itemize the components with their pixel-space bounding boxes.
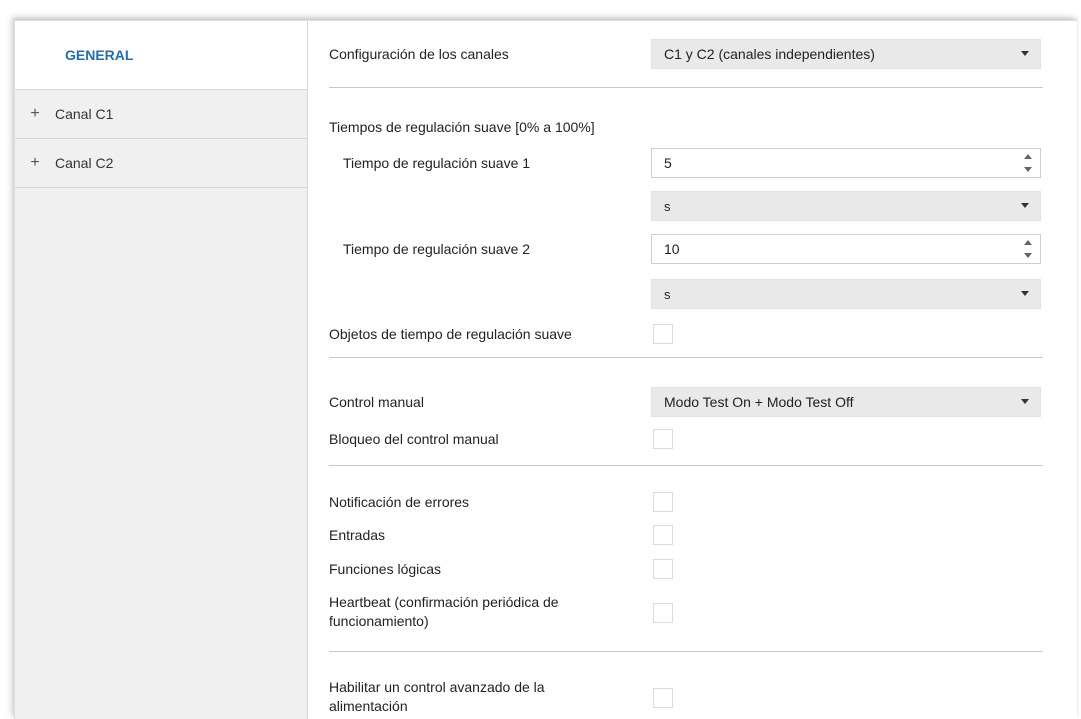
soft-time-2-unit-select[interactable]: s [651, 279, 1041, 309]
section-divider [329, 357, 1043, 358]
section-divider [329, 465, 1043, 466]
heartbeat-label: Heartbeat (confirmación periódica de fun… [329, 593, 559, 631]
advanced-power-label: Habilitar un control avanzado de la alim… [329, 678, 545, 716]
expand-plus-icon[interactable]: + [29, 105, 41, 123]
soft-time-1-unit-value: s [664, 198, 671, 214]
soft-time-1-unit-row: s [329, 191, 1055, 221]
manual-lock-checkbox[interactable] [653, 429, 673, 449]
advanced-power-checkbox[interactable] [653, 688, 673, 708]
channels-config-select[interactable]: C1 y C2 (canales independientes) [651, 39, 1041, 69]
manual-lock-row: Bloqueo del control manual [329, 429, 1055, 449]
inputs-label: Entradas [329, 526, 386, 543]
chevron-down-icon [1021, 291, 1029, 296]
soft-time-objects-row: Objetos de tiempo de regulación suave [329, 324, 1055, 344]
soft-time-objects-checkbox[interactable] [653, 324, 673, 344]
advanced-power-label-line1: Habilitar un control avanzado de la [329, 679, 545, 695]
inputs-checkbox[interactable] [653, 525, 673, 545]
sidebar-item-label: GENERAL [65, 47, 134, 63]
inputs-row: Entradas [329, 525, 1055, 545]
advanced-power-label-line2: alimentación [329, 698, 408, 714]
soft-times-header: Tiempos de regulación suave [0% a 100%] [329, 118, 595, 135]
heartbeat-row: Heartbeat (confirmación periódica de fun… [329, 593, 1055, 633]
soft-time-1-row: Tiempo de regulación suave 1 5 [329, 148, 1055, 178]
soft-time-2-value: 10 [664, 241, 680, 257]
sidebar-item-canal-c1[interactable]: + Canal C1 [15, 90, 307, 139]
manual-control-select[interactable]: Modo Test On + Modo Test Off [651, 387, 1041, 417]
soft-time-1-value: 5 [664, 155, 672, 171]
chevron-down-icon [1021, 203, 1029, 208]
section-divider [329, 651, 1043, 652]
chevron-down-icon [1021, 399, 1029, 404]
sidebar: GENERAL + Canal C1 + Canal C2 [15, 21, 308, 719]
manual-control-label: Control manual [329, 393, 424, 410]
soft-time-2-row: Tiempo de regulación suave 2 10 [329, 234, 1055, 264]
soft-time-1-label: Tiempo de regulación suave 1 [343, 154, 531, 171]
stepper-arrows-icon[interactable] [1024, 240, 1032, 258]
soft-time-2-unit-value: s [664, 286, 671, 302]
channels-config-row: Configuración de los canales C1 y C2 (ca… [329, 39, 1055, 69]
logic-functions-label: Funciones lógicas [329, 560, 442, 577]
logic-functions-row: Funciones lógicas [329, 559, 1055, 579]
expand-plus-icon[interactable]: + [29, 154, 41, 172]
sidebar-item-label: Canal C1 [55, 106, 114, 122]
stepper-arrows-icon[interactable] [1024, 154, 1032, 172]
error-notification-checkbox[interactable] [653, 492, 673, 512]
soft-times-header-row: Tiempos de regulación suave [0% a 100%] [329, 117, 1055, 137]
soft-time-objects-label: Objetos de tiempo de regulación suave [329, 325, 572, 342]
heartbeat-checkbox[interactable] [653, 603, 673, 623]
error-notification-row: Notificación de errores [329, 492, 1055, 512]
logic-functions-checkbox[interactable] [653, 559, 673, 579]
manual-control-value: Modo Test On + Modo Test Off [664, 394, 854, 410]
soft-time-1-stepper[interactable]: 5 [651, 148, 1041, 178]
heartbeat-label-line1: Heartbeat (confirmación periódica de [329, 594, 559, 610]
sidebar-item-canal-c2[interactable]: + Canal C2 [15, 139, 307, 188]
section-divider [329, 87, 1043, 88]
soft-time-2-unit-row: s [329, 279, 1055, 309]
main-panel: Configuración de los canales C1 y C2 (ca… [307, 21, 1077, 719]
sidebar-item-general[interactable]: GENERAL [15, 21, 307, 90]
manual-lock-label: Bloqueo del control manual [329, 430, 499, 447]
sidebar-item-label: Canal C2 [55, 155, 114, 171]
parameters-window: GENERAL + Canal C1 + Canal C2 Configurac… [14, 20, 1077, 719]
soft-time-1-unit-select[interactable]: s [651, 191, 1041, 221]
channels-config-label: Configuración de los canales [329, 45, 509, 62]
manual-control-row: Control manual Modo Test On + Modo Test … [329, 387, 1055, 417]
chevron-down-icon [1021, 51, 1029, 56]
soft-time-2-label: Tiempo de regulación suave 2 [343, 240, 531, 257]
advanced-power-row: Habilitar un control avanzado de la alim… [329, 678, 1055, 718]
heartbeat-label-line2: funcionamiento) [329, 613, 429, 629]
channels-config-value: C1 y C2 (canales independientes) [664, 46, 875, 62]
error-notification-label: Notificación de errores [329, 493, 470, 510]
soft-time-2-stepper[interactable]: 10 [651, 234, 1041, 264]
